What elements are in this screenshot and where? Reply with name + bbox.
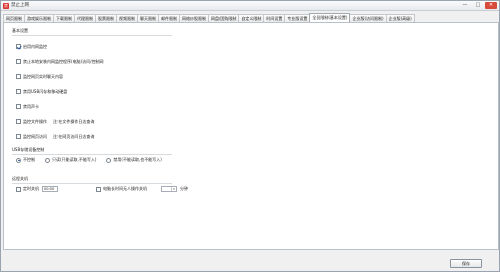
title-bar: 禁 禁止上网 — □ ✕ <box>1 1 499 11</box>
basic-settings-title: 基本设置 <box>12 28 28 33</box>
app-window: 禁 禁止上网 — □ ✕ 网页限制 游戏娱乐限制 下载限制 代理限制 股票限制 视频限制聊… <box>0 0 500 272</box>
usb-option: 禁用(不能读取,也不能写入) <box>106 157 162 163</box>
idle-minutes-select[interactable]: ▾ <box>161 186 177 192</box>
usb-option-radio[interactable] <box>16 157 21 163</box>
basic-option-checkbox[interactable] <box>16 134 21 139</box>
basic-option-row: 启用内网监控 <box>16 39 316 54</box>
basic-option-checkbox[interactable] <box>16 74 21 79</box>
tab-4[interactable]: 股票限制 <box>95 14 117 22</box>
basic-option-row: 禁用声卡 <box>16 99 316 114</box>
window-controls: — □ ✕ <box>459 2 497 10</box>
tab-9[interactable]: 网盘/团购限制 <box>208 14 240 22</box>
shutdown-time-input[interactable]: 00:00 <box>42 186 58 192</box>
minimize-button[interactable]: — <box>459 2 471 9</box>
idle-shutdown-checkbox[interactable] <box>96 186 101 192</box>
chevron-down-icon: ▾ <box>171 187 176 191</box>
usb-option-radio[interactable] <box>45 157 50 163</box>
settings-panel: 基本设置 启用内网监控禁止本地安装内网监控程序(电脑)访问/控制网 监控网页实时聊… <box>3 22 499 250</box>
tab-8[interactable]: 网络炒股限制 <box>179 14 209 22</box>
timed-shutdown-label: 定时关机 <box>23 186 39 191</box>
usb-divider <box>12 154 172 155</box>
basic-option-checkbox[interactable] <box>16 44 21 49</box>
tab-5[interactable]: 视频限制 <box>116 14 138 22</box>
basic-divider <box>12 35 172 36</box>
basic-option-label: 禁止本地安装内网监控程序(电脑)访问/控制网 <box>23 58 104 64</box>
tab-0[interactable]: 网页限制 <box>3 14 25 22</box>
basic-option-checkbox[interactable] <box>16 119 21 124</box>
tab-1[interactable]: 游戏娱乐限制 <box>24 14 54 22</box>
basic-option-checkbox[interactable] <box>16 89 21 94</box>
tab-10[interactable]: 自定义限制 <box>238 14 265 22</box>
usb-option-radio[interactable] <box>106 157 112 163</box>
usb-option-label: 只读(只能读取,不能写入) <box>52 157 97 162</box>
remote-section-title: 远程关机 <box>12 176 28 181</box>
basic-option-note: 注:在文件操作日志查询 <box>53 118 95 124</box>
tab-11[interactable]: 时间设置 <box>263 14 286 22</box>
tab-15[interactable]: 企业版(高级) <box>385 14 415 22</box>
basic-option-label: 监控文件操作 <box>23 118 47 124</box>
basic-option-checkbox[interactable] <box>16 104 21 109</box>
usb-option-label: 禁用(不能读取,也不能写入) <box>113 157 162 162</box>
basic-option-label: 禁用声卡 <box>23 103 39 109</box>
idle-shutdown-label: 电脑长时间无人操作关机 <box>103 186 147 191</box>
usb-option: 不控制 <box>16 157 35 163</box>
basic-option-row: 禁止本地安装内网监控程序(电脑)访问/控制网 <box>16 54 316 69</box>
basic-options-list: 启用内网监控禁止本地安装内网监控程序(电脑)访问/控制网 监控网页实时聊天内容 禁用… <box>16 39 316 144</box>
basic-option-label: 禁用USB闪存和移动硬盘 <box>23 88 68 94</box>
usb-section-title: USB存储设备控制 <box>12 147 45 152</box>
remote-row: 定时关机 00:00 电脑长时间无人操作关机 ▾ 分钟 <box>16 186 496 192</box>
save-button[interactable]: 保存 <box>450 259 482 268</box>
basic-option-note: 注:在网页访问日志查询 <box>53 133 95 139</box>
basic-option-label: 监控网页访问 <box>23 133 47 139</box>
remote-divider <box>12 183 172 184</box>
window-title: 禁止上网 <box>11 3 29 8</box>
usb-option: 只读(只能读取,不能写入) <box>45 157 96 163</box>
usb-option-label: 不控制 <box>23 157 35 162</box>
basic-option-label: 启用内网监控 <box>23 43 47 49</box>
app-logo-icon: 禁 <box>3 3 9 9</box>
basic-option-row: 禁用USB闪存和移动硬盘 <box>16 84 316 99</box>
tab-2[interactable]: 下载限制 <box>53 14 75 22</box>
usb-options-list: 不控制 只读(只能读取,不能写入) 禁用(不能读取,也不能写入) <box>16 157 316 163</box>
maximize-button[interactable]: □ <box>472 2 484 9</box>
minutes-unit-label: 分钟 <box>180 186 188 191</box>
tab-7[interactable]: 邮件限制 <box>158 14 180 22</box>
basic-option-checkbox[interactable] <box>16 59 21 64</box>
close-button[interactable]: ✕ <box>485 2 497 9</box>
tab-bar: 网页限制 游戏娱乐限制 下载限制 代理限制 股票限制 视频限制 聊天限制 邮件限制 网络炒股限制… <box>3 13 499 22</box>
tab-3[interactable]: 代理限制 <box>74 14 96 22</box>
tab-6[interactable]: 聊天限制 <box>137 14 159 22</box>
basic-option-row: 监控网页实时聊天内容 <box>16 69 316 84</box>
timed-shutdown-checkbox[interactable] <box>16 186 21 192</box>
remote-options: 定时关机 00:00 电脑长时间无人操作关机 ▾ 分钟 <box>16 186 496 192</box>
basic-option-label: 监控网页实时聊天内容 <box>23 73 63 79</box>
basic-option-row: 监控网页访问 注:在网页访问日志查询 <box>16 129 316 144</box>
tab-14[interactable]: 企业版(访问限制) <box>349 14 387 22</box>
tab-13[interactable]: 全员限制(基本设置) <box>309 13 351 22</box>
basic-option-row: 监控文件操作 注:在文件操作日志查询 <box>16 114 316 129</box>
tab-12[interactable]: 专业版设置 <box>284 14 311 22</box>
